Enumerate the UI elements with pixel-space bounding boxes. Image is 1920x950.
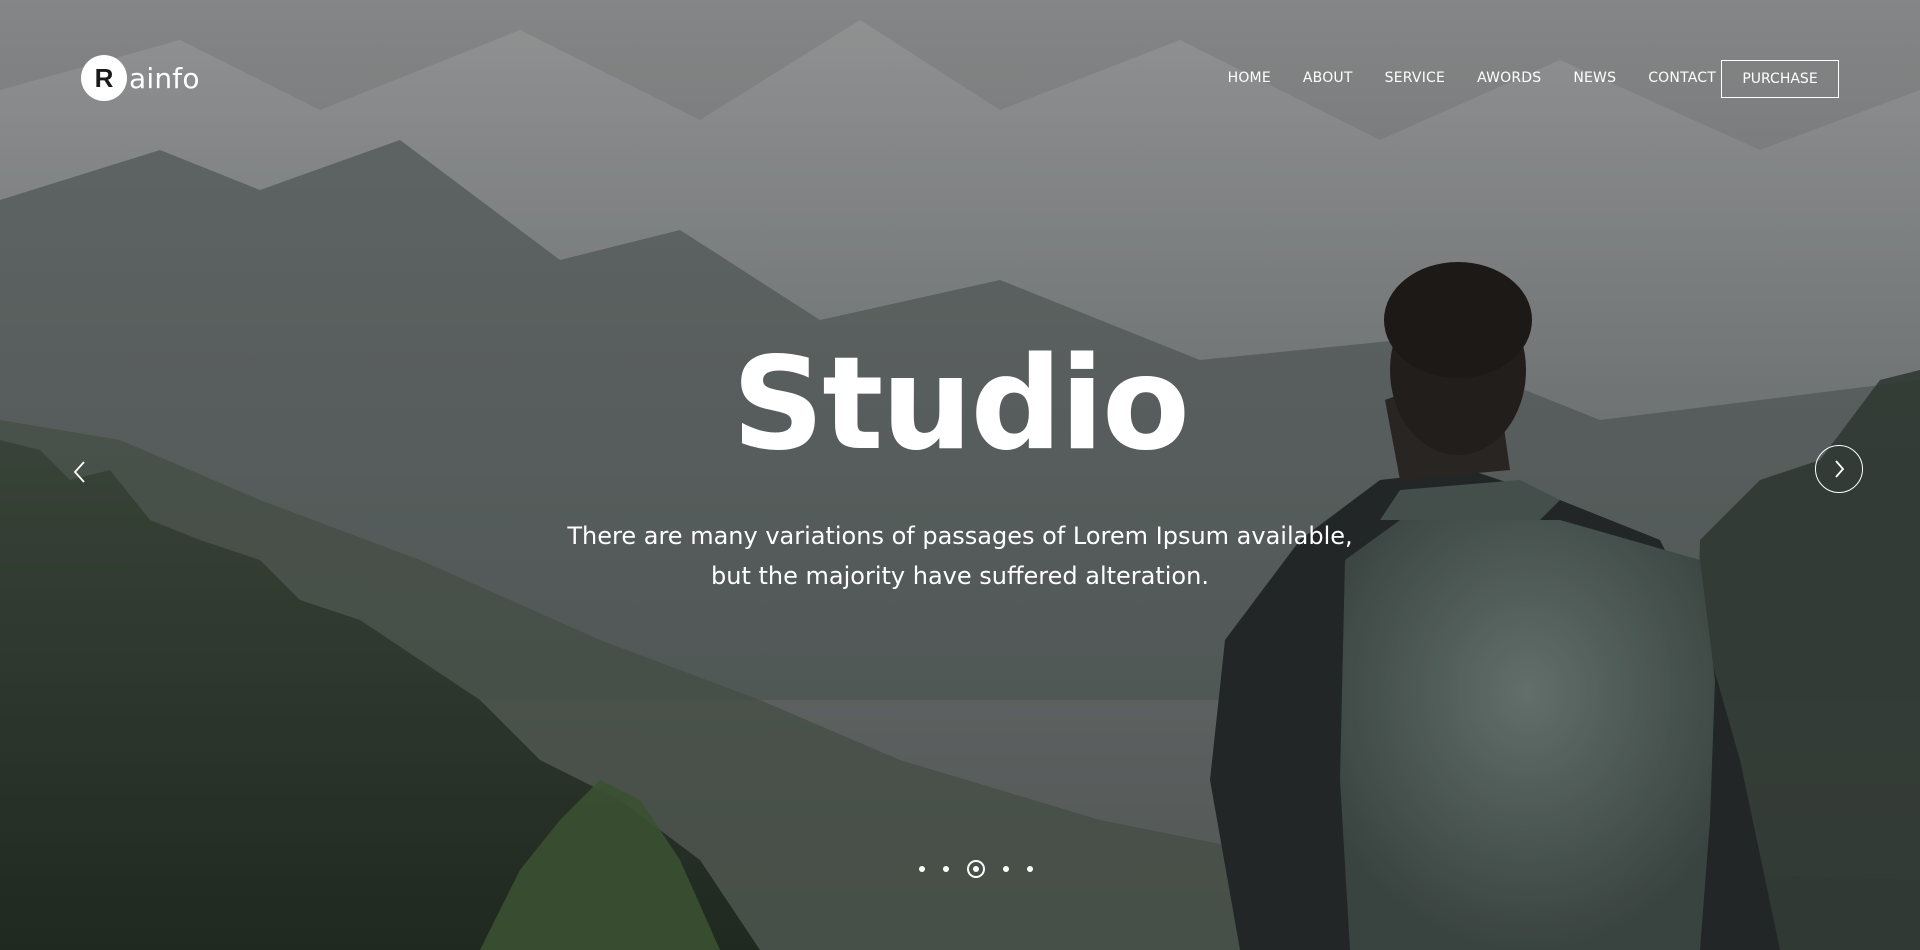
nav-about[interactable]: ABOUT <box>1303 70 1353 86</box>
hero-subtitle-line-1: There are many variations of passages of… <box>567 522 1353 550</box>
nav-service[interactable]: SERVICE <box>1385 70 1445 86</box>
nav-home[interactable]: HOME <box>1228 70 1271 86</box>
chevron-right-icon <box>1835 460 1845 478</box>
next-slide-button[interactable] <box>1815 445 1863 493</box>
nav-news[interactable]: NEWS <box>1573 70 1616 86</box>
slider-dot-2[interactable] <box>943 866 949 872</box>
slider-dot-5[interactable] <box>1027 866 1033 872</box>
slider-dot-1[interactable] <box>919 866 925 872</box>
main-nav: HOME ABOUT SERVICE AWORDS NEWS CONTACT <box>1228 70 1716 86</box>
chevron-left-icon <box>73 461 85 483</box>
slider-dot-4[interactable] <box>1003 866 1009 872</box>
slider-pagination <box>16 860 1920 878</box>
prev-slide-button[interactable] <box>66 458 94 486</box>
slider-dot-3-active[interactable] <box>967 860 985 878</box>
logo-mark: R <box>81 55 127 101</box>
purchase-button[interactable]: PURCHASE <box>1721 60 1839 98</box>
hero-slider: R ainfo HOME ABOUT SERVICE AWORDS NEWS C… <box>0 0 1920 950</box>
nav-contact[interactable]: CONTACT <box>1648 70 1716 86</box>
brand-logo[interactable]: R ainfo <box>81 55 200 101</box>
hero-subtitle-line-2: but the majority have suffered alteratio… <box>711 562 1209 590</box>
logo-text: ainfo <box>129 61 200 95</box>
nav-awords[interactable]: AWORDS <box>1477 70 1541 86</box>
hero-title: Studio <box>732 330 1190 479</box>
hero-subtitle: There are many variations of passages of… <box>540 516 1380 596</box>
